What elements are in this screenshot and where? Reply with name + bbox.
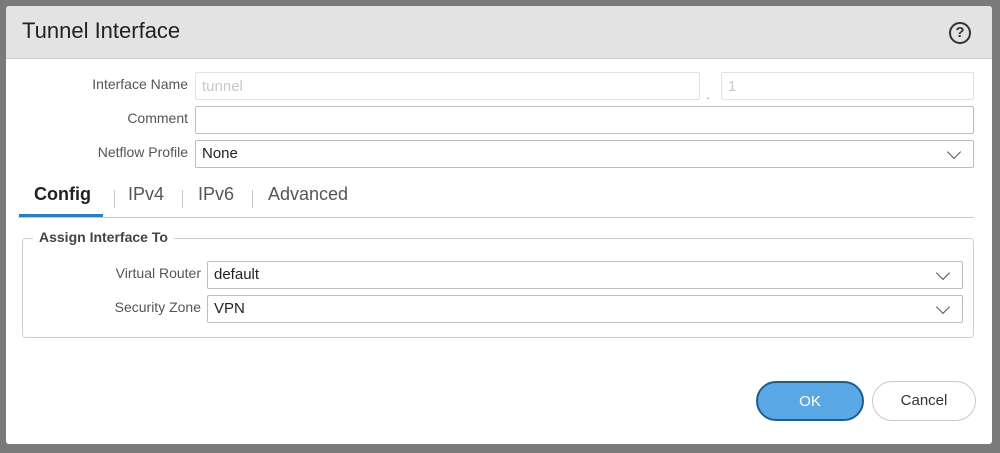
- help-icon[interactable]: ?: [949, 22, 971, 44]
- dialog-titlebar: Tunnel Interface ?: [6, 6, 992, 59]
- netflow-profile-value: None: [202, 145, 238, 162]
- tab-config[interactable]: Config: [34, 184, 91, 205]
- tab-divider: [252, 190, 253, 208]
- cancel-button[interactable]: Cancel: [872, 381, 976, 421]
- tab-divider: [182, 190, 183, 208]
- security-zone-value: VPN: [214, 300, 245, 317]
- chevron-down-icon: [935, 299, 951, 315]
- tab-ipv6[interactable]: IPv6: [198, 184, 234, 205]
- interface-name-input[interactable]: [195, 72, 700, 100]
- dialog-title: Tunnel Interface: [22, 18, 181, 43]
- tab-bar: Config IPv4 IPv6 Advanced: [18, 178, 974, 218]
- assign-interface-group: Assign Interface To Virtual Router defau…: [22, 229, 974, 338]
- ok-button[interactable]: OK: [756, 381, 864, 421]
- assign-interface-legend: Assign Interface To: [33, 229, 174, 245]
- tab-ipv4[interactable]: IPv4: [128, 184, 164, 205]
- virtual-router-value: default: [214, 266, 260, 283]
- netflow-profile-select[interactable]: None: [195, 140, 974, 168]
- netflow-profile-label: Netflow Profile: [97, 144, 188, 160]
- comment-label: Comment: [127, 110, 188, 126]
- active-tab-indicator: [19, 214, 103, 217]
- interface-number-input[interactable]: [721, 72, 974, 100]
- chevron-down-icon: [946, 144, 962, 160]
- virtual-router-label: Virtual Router: [115, 265, 201, 281]
- security-zone-label: Security Zone: [114, 299, 201, 315]
- tab-advanced[interactable]: Advanced: [268, 184, 348, 205]
- virtual-router-select[interactable]: default: [207, 261, 963, 289]
- tunnel-interface-dialog: Tunnel Interface ? Interface Name . Comm…: [6, 6, 992, 444]
- chevron-down-icon: [935, 265, 951, 281]
- comment-input[interactable]: [195, 106, 974, 134]
- tab-divider: [114, 190, 115, 208]
- interface-name-label: Interface Name: [92, 76, 188, 92]
- interface-name-separator: .: [706, 86, 710, 102]
- security-zone-select[interactable]: VPN: [207, 295, 963, 323]
